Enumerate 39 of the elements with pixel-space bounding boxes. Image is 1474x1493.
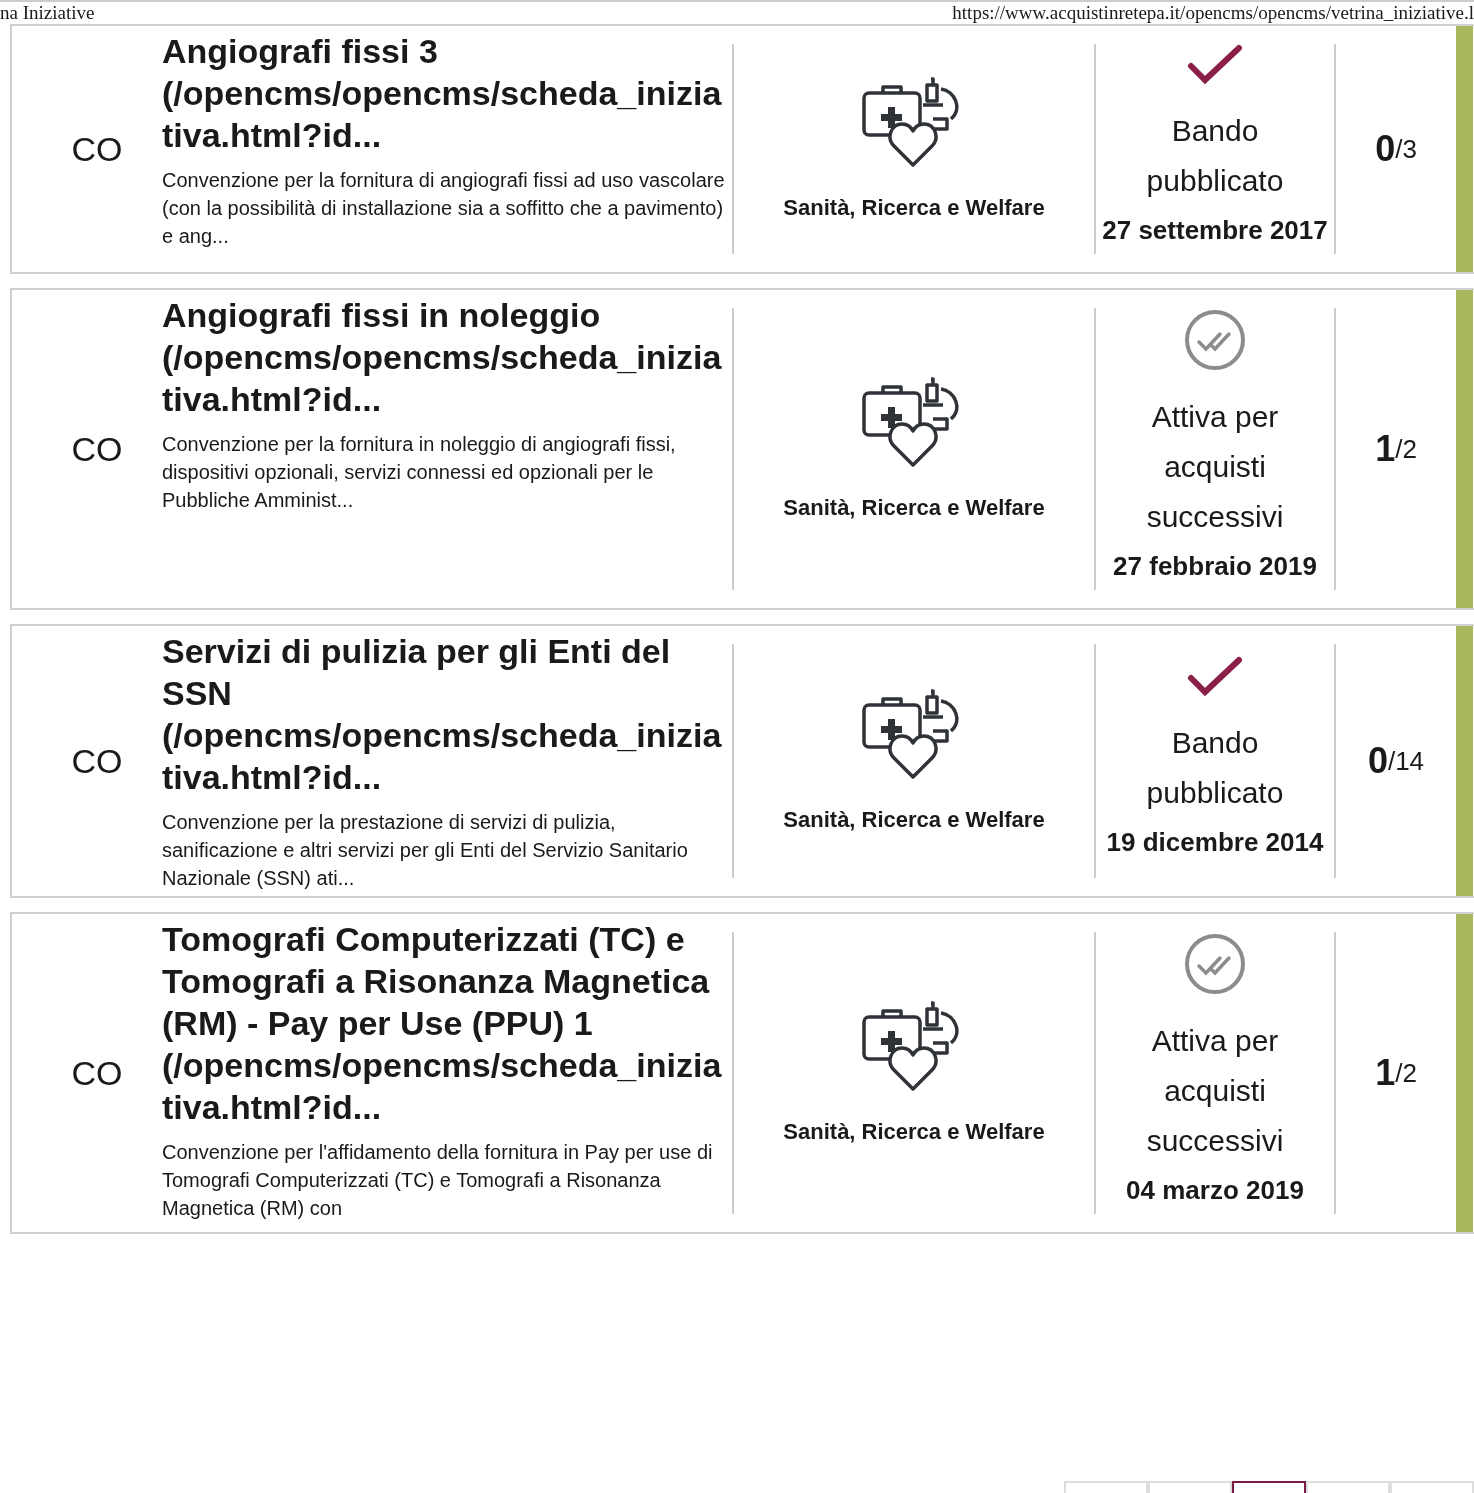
- status-date: 19 dicembre 2014: [1106, 826, 1324, 859]
- order-count: 1: [1375, 427, 1396, 471]
- type-code: CO: [70, 1052, 123, 1094]
- initiative-description: Convenzione per la fornitura di angiografi fissi ad uso vascolare (con la possibilità di installazione sia a soffitto che a pavimento) e ang...: [162, 168, 726, 249]
- initiative-description: Convenzione per la fornitura in noleggio di angiografi fissi, dispositivi opzionali, servizi connessi ed opzionali per le Pubbliche Amminist...: [162, 432, 677, 513]
- page-header-title: na Iniziative: [0, 2, 95, 24]
- status-label: Attiva per acquisti successivi: [1145, 1023, 1285, 1159]
- order-total: /2: [1395, 432, 1417, 466]
- status-date: 27 settembre 2017: [1102, 214, 1328, 247]
- initiative-title-link[interactable]: Tomografi Computerizzati (TC) e Tomografi a Risonanza Magnetica (RM) - Pay per Use (PPU) 1 (/opencms/opencms/scheda_iniziativa.html?id...: [162, 918, 732, 1128]
- sector-label: Sanità, Ricerca e Welfare: [783, 1117, 1045, 1146]
- sector-label: Sanità, Ricerca e Welfare: [783, 193, 1045, 222]
- order-total: /14: [1387, 744, 1425, 778]
- order-total: /3: [1395, 132, 1417, 166]
- check-mark-icon: [1187, 44, 1243, 86]
- status-label: Bando pubblicato: [1145, 725, 1285, 811]
- type-code: CO: [70, 428, 123, 470]
- initiative-description: Convenzione per l'affidamento della fornitura in Pay per use di Tomografi Computerizzati (TC) e Tomografi a Risonanza Magnetica (RM) con: [162, 1140, 714, 1221]
- check-mark-icon: [1187, 656, 1243, 698]
- status-label: Bando pubblicato: [1145, 113, 1285, 199]
- initiative-title-link[interactable]: Angiografi fissi 3 (/opencms/opencms/scheda_iniziativa.html?id...: [162, 30, 732, 156]
- double-check-circle-icon: [1183, 308, 1247, 372]
- status-label: Attiva per acquisti successivi: [1145, 399, 1285, 535]
- page-button[interactable]: [1232, 1481, 1306, 1493]
- order-count: 0: [1375, 127, 1396, 171]
- type-code: CO: [70, 128, 123, 170]
- initiative-title-link[interactable]: Servizi di pulizia per gli Enti del SSN (/opencms/opencms/scheda_iniziativa.html?id...: [162, 630, 732, 798]
- double-check-circle-icon: [1183, 932, 1247, 996]
- type-code: CO: [70, 740, 123, 782]
- status-date: 27 febbraio 2019: [1113, 550, 1317, 583]
- order-total: /2: [1395, 1056, 1417, 1090]
- initiative-title-link[interactable]: Angiografi fissi in noleggio (/opencms/opencms/scheda_iniziativa.html?id...: [162, 294, 732, 420]
- status-date: 04 marzo 2019: [1126, 1174, 1304, 1207]
- order-count: 0: [1367, 739, 1388, 783]
- page-header-url: https://www.acquistinretepa.it/opencms/opencms/vetrina_iniziative.l: [952, 2, 1474, 24]
- initiative-description: Convenzione per la prestazione di servizi di pulizia, sanificazione e altri servizi per gli Enti del Servizio Sanitario Nazionale (SSN) ati...: [162, 810, 689, 891]
- sector-label: Sanità, Ricerca e Welfare: [783, 805, 1045, 834]
- order-count: 1: [1375, 1051, 1396, 1095]
- sector-label: Sanità, Ricerca e Welfare: [783, 493, 1045, 522]
